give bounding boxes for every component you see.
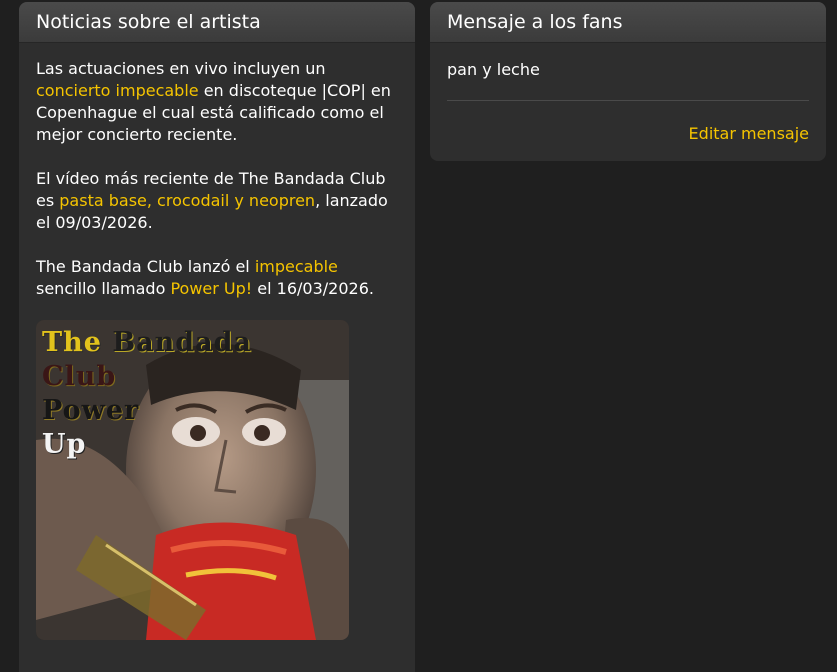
news-text: sencillo llamado xyxy=(36,279,171,298)
news-text: el 16/03/2026. xyxy=(252,279,374,298)
cover-line-2: Club xyxy=(42,361,117,392)
news-link-concierto-impecable[interactable]: concierto impecable xyxy=(36,81,199,100)
single-cover-art[interactable]: The Bandada Club Power Up xyxy=(36,320,349,640)
news-text: The Bandada Club lanzó el xyxy=(36,257,255,276)
cover-line-3: Power xyxy=(42,395,140,426)
cover-art-title: The Bandada Club Power Up xyxy=(42,326,252,462)
news-link-video[interactable]: pasta base, crocodail y neopren xyxy=(59,191,315,210)
news-paragraph-live: Las actuaciones en vivo incluyen un conc… xyxy=(36,58,398,146)
artist-news-title: Noticias sobre el artista xyxy=(19,2,415,43)
cover-line-4: Up xyxy=(42,429,87,460)
fan-message-title: Mensaje a los fans xyxy=(430,2,826,43)
artist-news-body: Las actuaciones en vivo incluyen un conc… xyxy=(19,43,415,640)
cover-line-1: The Bandada xyxy=(42,326,252,360)
news-link-power-up[interactable]: Power Up! xyxy=(170,279,252,298)
news-text: Las actuaciones en vivo incluyen un xyxy=(36,59,326,78)
news-link-impecable[interactable]: impecable xyxy=(255,257,338,276)
page: Noticias sobre el artista Las actuacione… xyxy=(0,0,837,672)
news-paragraph-video: El vídeo más reciente de The Bandada Clu… xyxy=(36,168,398,234)
cover-word-the: The xyxy=(42,327,102,358)
artist-news-panel: Noticias sobre el artista Las actuacione… xyxy=(19,2,415,672)
fan-message-panel: Mensaje a los fans pan y leche Editar me… xyxy=(430,2,826,161)
edit-message-link[interactable]: Editar mensaje xyxy=(689,123,809,145)
news-paragraph-single: The Bandada Club lanzó el impecable senc… xyxy=(36,256,398,300)
fan-message-divider xyxy=(447,100,809,101)
cover-word-bandada: Bandada xyxy=(112,327,253,358)
fan-message-text: pan y leche xyxy=(447,60,540,79)
